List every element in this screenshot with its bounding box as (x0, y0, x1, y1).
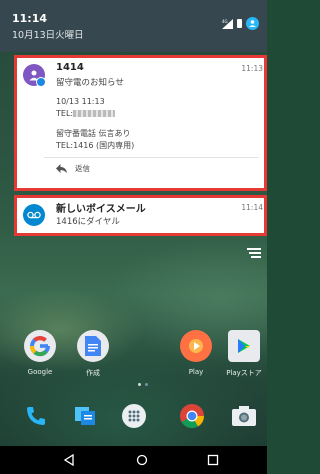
message-date-line: 10/13 11:13 (56, 97, 105, 106)
reply-label: 返信 (75, 164, 90, 173)
play-store-icon (228, 330, 260, 362)
home-icon (136, 454, 148, 466)
messages-icon[interactable] (70, 400, 102, 432)
reply-button[interactable]: 返信 (56, 163, 90, 174)
page-dot (138, 383, 141, 386)
voicemail-sms-notification[interactable]: 1414 11:13 留守電のお知らせ 10/13 11:13 TEL: 留守番… (14, 55, 267, 191)
battery-icon (237, 19, 242, 28)
notification-time: 11:14 (241, 203, 263, 212)
app-play-store[interactable]: Playストア (222, 330, 266, 378)
notification-time: 11:13 (241, 64, 263, 73)
tel-prefix: TEL: (56, 109, 74, 118)
camera-icon[interactable] (228, 400, 260, 432)
date: 10月13日火曜日 (12, 30, 84, 41)
google-folder-icon (24, 330, 56, 362)
page-dot (145, 383, 148, 386)
new-voicemail-notification[interactable]: 新しいボイスメール 1416にダイヤル 11:14 (14, 195, 267, 236)
app-label: Playストア (226, 369, 262, 377)
notification-subtitle: 1416にダイヤル (56, 217, 120, 227)
docs-icon (77, 330, 109, 362)
home-button[interactable] (134, 452, 150, 468)
app-docs[interactable]: 作成 (71, 330, 115, 378)
message-tel-line: TEL: (56, 109, 116, 118)
message-badge-icon (36, 77, 46, 87)
app-label: Google (27, 368, 53, 376)
redacted-number (73, 110, 116, 117)
phone-icon[interactable] (20, 400, 52, 432)
svg-text:4G: 4G (222, 19, 228, 24)
chrome-icon[interactable] (176, 400, 208, 432)
navigation-bar (0, 446, 267, 474)
app-label: 作成 (86, 369, 100, 377)
message-dial-line: TEL:1416 (国内専用) (56, 141, 135, 150)
app-drawer-icon[interactable] (118, 400, 150, 432)
recents-icon (207, 454, 219, 466)
clear-all-button[interactable] (247, 243, 261, 262)
status-icons: 4G (222, 17, 259, 30)
notification-shade-header[interactable]: 11:14 10月13日火曜日 4G (0, 0, 267, 52)
page-indicator (138, 383, 148, 386)
message-voicemail-line: 留守番電話 伝言あり (56, 129, 131, 138)
notification-title: 新しいボイスメール (56, 204, 146, 215)
app-label: Play (188, 368, 204, 376)
back-icon (63, 454, 74, 466)
signal-icon: 4G (222, 18, 233, 29)
clock: 11:14 (12, 12, 48, 25)
app-play-music[interactable]: Play (174, 330, 218, 376)
user-icon[interactable] (246, 17, 259, 30)
recents-button[interactable] (205, 452, 221, 468)
notification-subtitle: 留守電のお知らせ (56, 78, 124, 88)
back-button[interactable] (61, 452, 77, 468)
divider (44, 157, 259, 158)
notification-title: 1414 (56, 62, 84, 73)
app-google-folder[interactable]: Google (18, 330, 62, 376)
reply-icon (56, 164, 67, 173)
play-music-icon (180, 330, 212, 362)
voicemail-icon (27, 211, 41, 219)
voicemail-avatar (23, 204, 45, 226)
clear-all-icon (247, 248, 261, 258)
